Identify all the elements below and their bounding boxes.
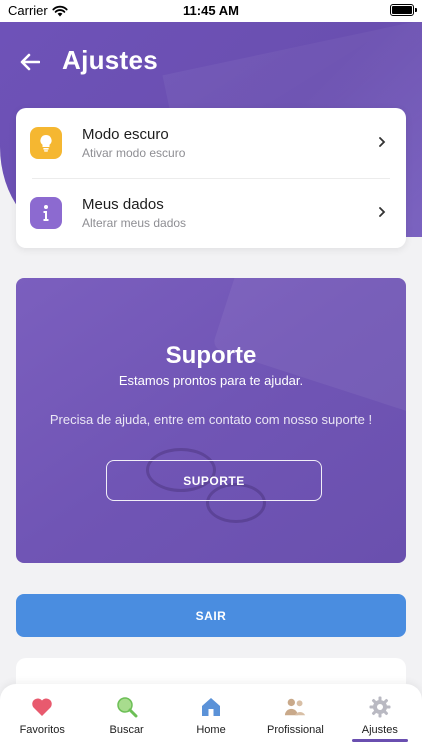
item-icon-container [30, 127, 62, 159]
arrow-left-icon [20, 53, 40, 71]
tab-label: Home [196, 724, 226, 736]
gear-icon [369, 696, 391, 718]
support-description: Precisa de ajuda, entre em contato com n… [49, 412, 373, 427]
tab-label: Buscar [109, 724, 144, 736]
status-right [390, 4, 417, 16]
search-icon [116, 696, 138, 718]
support-subtitle: Estamos prontos para te ajudar. [118, 373, 304, 388]
page-title: Ajustes [62, 45, 159, 75]
status-bar: Carrier 11:45 AM [0, 0, 422, 22]
heart-icon [31, 696, 53, 718]
lightbulb-icon [40, 134, 52, 152]
tab-buscar[interactable]: Buscar [84, 684, 168, 750]
tab-label: Ajustes [361, 724, 398, 736]
settings-card: Modo escuro Ativar modo escuro Meus dado… [16, 108, 406, 248]
back-button[interactable] [18, 50, 42, 74]
home-icon [200, 696, 222, 718]
battery-icon [390, 4, 417, 16]
active-tab-indicator [351, 739, 409, 742]
people-icon [284, 696, 306, 718]
item-subtitle: Alterar meus dados [82, 216, 187, 230]
settings-item-dark-mode[interactable]: Modo escuro Ativar modo escuro [16, 108, 406, 178]
tab-favoritos[interactable]: Favoritos [0, 684, 84, 750]
item-title: Modo escuro [82, 126, 169, 143]
logout-button[interactable]: SAIR [16, 594, 406, 637]
support-button[interactable]: SUPORTE [106, 460, 322, 501]
item-icon-container [30, 197, 62, 229]
settings-item-my-data[interactable]: Meus dados Alterar meus dados [16, 178, 406, 248]
status-time: 11:45 AM [183, 3, 239, 18]
tab-label: Favoritos [19, 724, 65, 736]
support-title: Suporte [165, 342, 257, 369]
chevron-right-icon [378, 204, 386, 222]
chevron-right-icon [378, 134, 386, 152]
support-card: Suporte Estamos prontos para te ajudar. … [16, 278, 406, 563]
item-subtitle: Ativar modo escuro [82, 146, 186, 160]
info-icon [43, 205, 49, 221]
tab-label: Profissional [266, 724, 324, 736]
item-title: Meus dados [82, 196, 164, 213]
tab-home[interactable]: Home [169, 684, 253, 750]
tab-profissional[interactable]: Profissional [253, 684, 337, 750]
tab-ajustes[interactable]: Ajustes [338, 684, 422, 750]
item-text: Modo escuro Ativar modo escuro [82, 126, 185, 160]
tab-bar: Favoritos Buscar Home Profissional Ajust… [0, 684, 422, 750]
item-text: Meus dados Alterar meus dados [82, 196, 186, 230]
